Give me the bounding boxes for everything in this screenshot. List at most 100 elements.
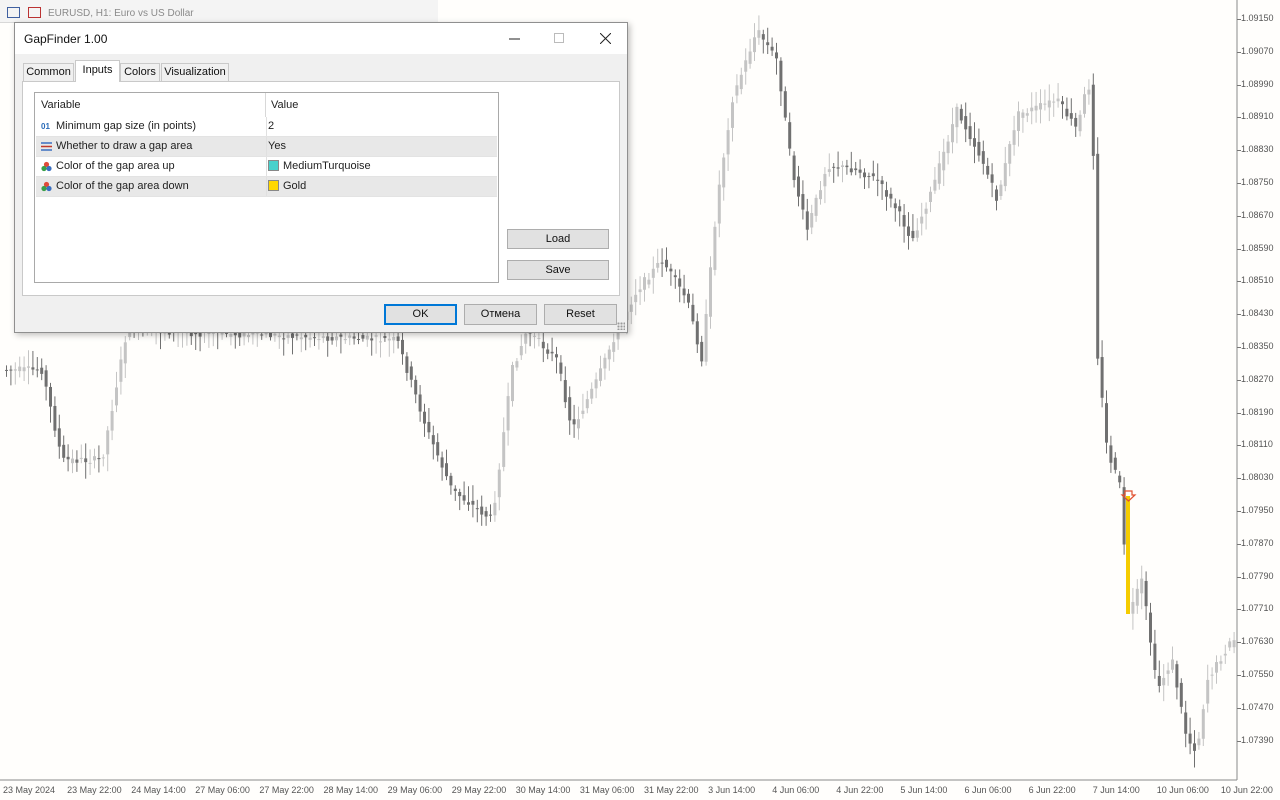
row-value[interactable]: 2 [268,117,274,136]
close-button[interactable] [583,23,627,54]
candle-body [964,116,968,130]
color-icon [41,181,52,192]
candle-body [673,275,677,278]
candle-body [295,334,299,336]
candle-body [898,206,902,212]
table-row[interactable]: 01 Minimum gap size (in points) 2 [36,117,497,137]
candle-body [97,458,101,460]
candle-body [502,432,506,467]
cancel-button[interactable]: Отмена [464,304,537,325]
candle-body [700,341,704,362]
candle-body [286,335,290,338]
candle-body [691,304,695,322]
candle-body [313,337,316,339]
candle-body [467,502,470,505]
tab-colors[interactable]: Colors [120,63,160,81]
candle-body [1118,475,1122,483]
price-tick [1237,150,1241,152]
candle-body [1206,679,1210,704]
minimize-button[interactable] [492,23,536,54]
column-header-variable[interactable]: Variable [41,93,81,117]
candle-body [1100,357,1104,398]
tab-common[interactable]: Common [23,63,74,81]
candle-body [933,179,937,191]
candle-body [22,367,26,372]
candle-body [990,174,994,183]
reset-button[interactable]: Reset [544,304,617,325]
time-label: 7 Jun 14:00 [1092,785,1140,795]
chart-window-icon [28,7,41,18]
candle-body [761,34,765,40]
candle-body [801,194,805,210]
time-label: 23 May 2024 [3,785,56,795]
candle-body [775,52,778,59]
candle-body [577,419,580,429]
candle-body [669,268,673,272]
row-value[interactable]: Yes [268,137,286,156]
resize-grip-icon[interactable] [617,322,625,330]
table-row[interactable]: Color of the gap area down Gold [36,177,497,197]
inputs-panel: Variable Value 01 Minimum gap size (in p… [22,81,620,296]
candle-body [929,191,932,202]
candle-body [1131,601,1135,614]
ok-button[interactable]: OK [384,304,457,325]
candle-body [1043,103,1047,105]
candle-body [308,337,312,340]
dialog-titlebar[interactable]: GapFinder 1.00 [15,23,627,54]
candle-body [484,511,488,517]
chart-menu-icon[interactable] [7,7,20,18]
candle-body [123,342,127,364]
candle-body [361,335,365,339]
price-label: 1.08030 [1241,472,1274,483]
candle-body [660,262,664,264]
save-button[interactable]: Save [507,260,609,280]
candle-body [770,46,774,51]
candle-body [995,189,998,201]
candle-body [392,337,396,341]
candle-body [519,345,523,356]
candle-body [264,332,268,335]
candle-body [717,184,721,224]
candle-body [475,508,479,510]
table-row[interactable]: Whether to draw a gap area Yes [36,137,497,157]
candle-body [49,386,52,407]
tab-visualization[interactable]: Visualization [161,63,229,81]
candle-body [387,338,391,341]
row-value[interactable]: MediumTurquoise [268,157,371,176]
color-swatch [268,180,279,191]
candle-body [57,428,61,447]
candle-body [1087,89,1091,95]
load-button[interactable]: Load [507,229,609,249]
tab-inputs[interactable]: Inputs [75,60,120,82]
candle-body [317,339,321,341]
candle-body [643,277,646,290]
candle-body [1003,163,1007,187]
price-label: 1.08110 [1241,439,1273,450]
price-tick [1237,576,1241,578]
candle-body [1184,712,1188,734]
candle-body [1017,111,1020,131]
time-label: 28 May 14:00 [323,785,379,795]
time-label: 6 Jun 22:00 [1028,785,1076,795]
candle-body [273,333,277,336]
time-label: 4 Jun 06:00 [772,785,820,795]
candle-body [1179,682,1183,707]
time-label: 23 May 22:00 [67,785,122,795]
table-row[interactable]: Color of the gap area up MediumTurquoise [36,157,497,177]
price-label: 1.09150 [1241,13,1274,23]
candle-body [946,141,950,154]
price-label: 1.08750 [1241,177,1274,187]
candle-body [599,368,602,381]
candle-body [634,294,638,303]
candle-body [735,85,739,96]
candle-body [937,163,941,184]
candle-body [27,366,30,368]
candle-body [1008,144,1012,164]
candle-body [911,230,915,239]
time-label: 30 May 14:00 [515,785,571,795]
candle-body [84,458,88,463]
price-label: 1.08350 [1241,341,1274,351]
candle-body [805,211,809,230]
row-value[interactable]: Gold [268,177,306,196]
column-header-value[interactable]: Value [271,93,298,117]
